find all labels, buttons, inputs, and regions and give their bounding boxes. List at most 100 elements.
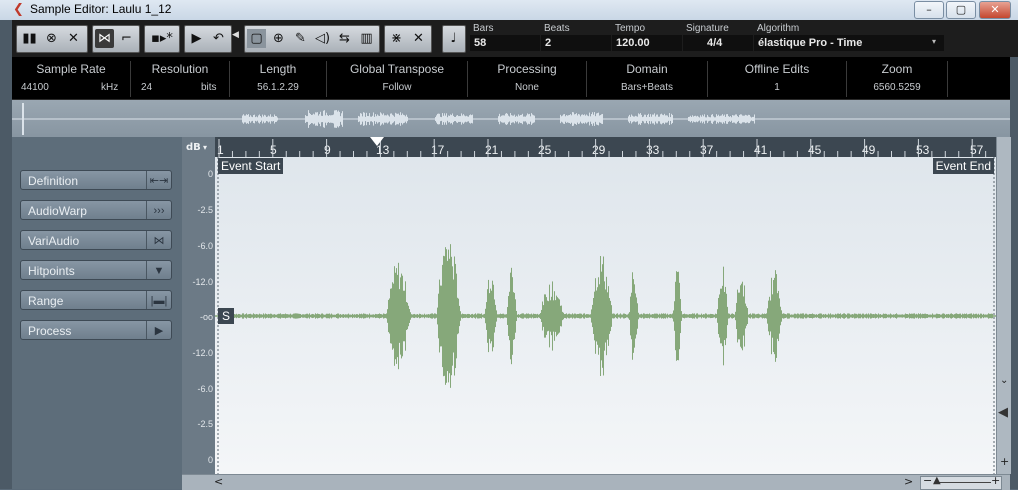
- minimize-button[interactable]: –: [914, 1, 944, 19]
- section-range[interactable]: Range |▬|: [20, 290, 172, 310]
- waveform-sample: [770, 300, 771, 332]
- unstretch-icon[interactable]: ✕: [409, 29, 428, 48]
- waveform-sample: [549, 284, 550, 348]
- insert-snap-icon[interactable]: ▪▸*: [147, 29, 177, 48]
- db-header[interactable]: dB: [186, 142, 201, 153]
- waveform-sample: [448, 249, 449, 383]
- waveform-sample: [553, 300, 554, 332]
- overview-sample: [391, 113, 392, 125]
- bars-field[interactable]: 58: [470, 35, 540, 51]
- waveform-sample: [823, 314, 824, 318]
- scroll-right-button[interactable]: >: [904, 475, 913, 488]
- overview-sample: [435, 117, 436, 121]
- global-transpose-value[interactable]: Follow: [327, 82, 467, 93]
- event-end-marker[interactable]: Event End: [932, 158, 994, 174]
- zoom-thumb-icon[interactable]: ▲: [933, 475, 941, 486]
- zoom-slider[interactable]: − ▲ +: [920, 474, 1002, 490]
- offline-edits-value[interactable]: 1: [708, 82, 846, 93]
- musical-note-icon[interactable]: ♩: [444, 29, 463, 48]
- algorithm-dropdown-arrow-icon[interactable]: ▾: [932, 37, 936, 46]
- zoom-in-vertical-icon[interactable]: +: [1000, 455, 1009, 468]
- waveform-sample: [797, 313, 798, 319]
- tempo-field[interactable]: 120.00: [612, 35, 682, 51]
- level-slider-icon[interactable]: ◀: [998, 405, 1008, 420]
- waveform-sample: [261, 314, 262, 318]
- db-menu-arrow-icon[interactable]: ▾: [203, 143, 207, 152]
- audition-icon[interactable]: ◁): [313, 29, 332, 48]
- waveform-sample: [908, 314, 909, 318]
- waveform-sample: [491, 290, 492, 342]
- ruler[interactable]: 1 5 9 13 17 21 25 29 33 37 41 45 49 53 5…: [215, 137, 996, 157]
- maximize-button[interactable]: ▢: [946, 1, 976, 19]
- range-select-icon[interactable]: ▢: [247, 29, 266, 48]
- overview-sample: [374, 116, 375, 122]
- pencil-icon[interactable]: ✎: [291, 29, 310, 48]
- waveform-sample: [616, 313, 617, 319]
- waveform-sample: [874, 314, 875, 318]
- snap-point-marker[interactable]: S: [218, 308, 235, 324]
- algorithm-dropdown[interactable]: élastique Pro - Time: [754, 35, 944, 51]
- sample-rate-value[interactable]: 44100: [21, 82, 49, 93]
- show-info-line-icon[interactable]: ▮▮: [20, 29, 39, 48]
- overview-sample: [318, 115, 319, 123]
- overview-sample: [652, 114, 653, 124]
- waveform-sample: [954, 314, 955, 318]
- waveform-display[interactable]: Event Start Event End S: [215, 157, 996, 474]
- event-start-marker[interactable]: Event Start: [218, 158, 284, 174]
- zoom-in-button[interactable]: +: [991, 474, 1000, 487]
- overview-sample: [530, 116, 531, 122]
- waveform-sample: [573, 314, 574, 318]
- overview-sample: [567, 115, 568, 123]
- section-variaudio[interactable]: VariAudio ⋈: [20, 230, 172, 250]
- speaker-icon[interactable]: ✕: [64, 29, 83, 48]
- signature-field[interactable]: 4/4: [683, 35, 753, 51]
- section-hitpoints[interactable]: Hitpoints ▼: [20, 260, 172, 280]
- overview-sample: [467, 116, 468, 122]
- resolution-value[interactable]: 24: [141, 82, 152, 93]
- scroll-left-button[interactable]: <: [214, 475, 223, 488]
- scroll-down-icon[interactable]: ⌄: [1000, 375, 1008, 386]
- section-definition[interactable]: Definition ⇤⇥: [20, 170, 172, 190]
- overview-sample: [635, 115, 636, 123]
- waveform-sample: [568, 313, 569, 319]
- overview-sample: [719, 116, 720, 122]
- waveform-sample: [795, 313, 796, 319]
- processing-value[interactable]: None: [468, 82, 586, 93]
- close-button[interactable]: ✕: [979, 1, 1011, 19]
- overview-sample: [393, 115, 394, 123]
- playback-cursor-icon[interactable]: [370, 137, 384, 146]
- vertical-zoom-strip[interactable]: ⌄ ◀ +: [996, 137, 1011, 474]
- zoom-out-button[interactable]: −: [923, 474, 932, 487]
- inspector-icon[interactable]: ⌐: [117, 29, 136, 48]
- length-value[interactable]: 56.1.2.29: [230, 82, 326, 93]
- loop-icon[interactable]: ↶: [209, 29, 228, 48]
- waveform-sample: [321, 313, 322, 319]
- scrub-icon[interactable]: ⇆: [335, 29, 354, 48]
- domain-value[interactable]: Bars+Beats: [587, 82, 707, 93]
- timewarp-icon[interactable]: ▥: [357, 29, 376, 48]
- offline-edits-label: Offline Edits: [744, 62, 810, 76]
- waveform-sample: [482, 314, 483, 318]
- zoom-value[interactable]: 6560.5259: [847, 82, 947, 93]
- beats-field[interactable]: 2: [541, 35, 611, 51]
- overview-icon[interactable]: ⋈: [95, 29, 114, 48]
- overview-sample: [692, 115, 693, 123]
- hitpoint-warp-icon[interactable]: ⋇: [387, 29, 406, 48]
- waveform-sample: [255, 314, 256, 318]
- play-icon[interactable]: ▶: [187, 29, 206, 48]
- overview-sample: [449, 115, 450, 123]
- waveform-sample: [866, 313, 867, 319]
- transport-menu-icon[interactable]: ◀: [232, 30, 239, 40]
- waveform-sample: [527, 313, 528, 319]
- waveform-sample: [734, 314, 735, 318]
- waveform-sample: [978, 313, 979, 319]
- waveform-sample: [503, 313, 504, 319]
- solo-icon[interactable]: ⊗: [42, 29, 61, 48]
- horizontal-scrollbar[interactable]: < > − ▲ +: [182, 474, 1010, 490]
- section-audiowarp[interactable]: AudioWarp ›››: [20, 200, 172, 220]
- overview-line[interactable]: [12, 99, 1010, 138]
- waveform-sample: [314, 314, 315, 318]
- overview-sample: [452, 113, 453, 125]
- section-process[interactable]: Process ▶: [20, 320, 172, 340]
- zoom-icon[interactable]: ⊕: [269, 29, 288, 48]
